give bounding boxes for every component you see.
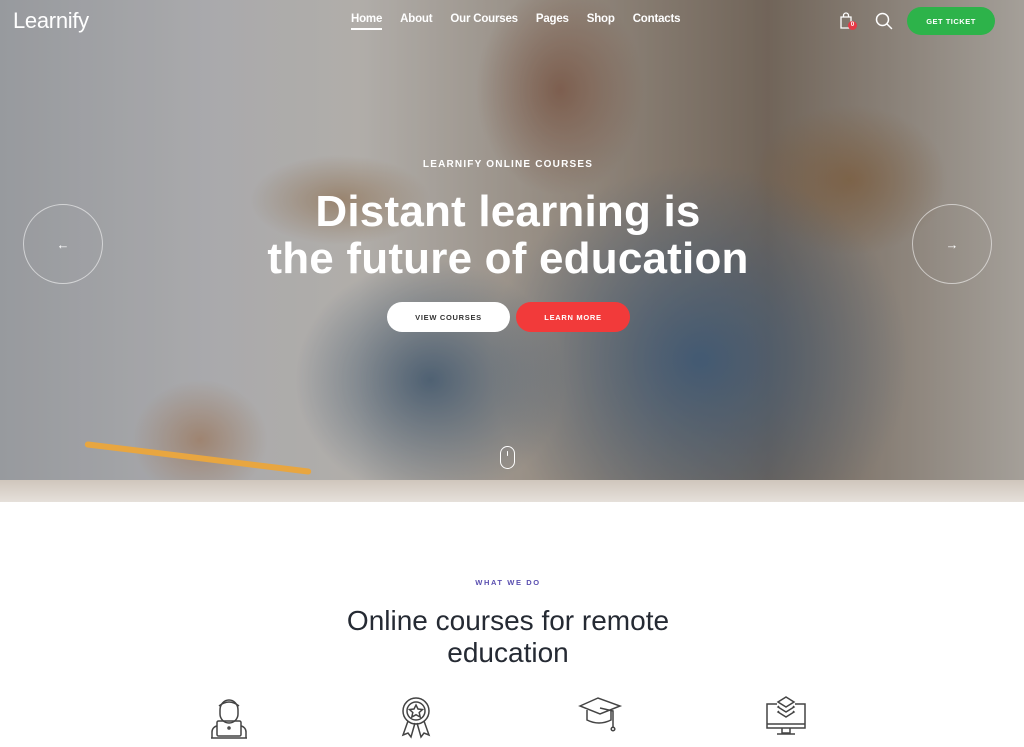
hero-title-line-2: the future of education (267, 234, 749, 283)
graduation-cap-icon (578, 697, 623, 732)
award-badge-icon (401, 697, 431, 739)
nav-item-pages[interactable]: Pages (536, 13, 569, 25)
nav-item-shop[interactable]: Shop (587, 13, 615, 25)
hero-title: Distant learning is the future of educat… (0, 188, 1016, 282)
mouse-scroll-icon[interactable] (500, 446, 515, 469)
section-title: Online courses for remote education (0, 605, 1016, 669)
learn-more-button[interactable]: LEARN MORE (516, 302, 630, 332)
monitor-layers-icon (766, 696, 806, 735)
feature-item-3 (577, 694, 623, 742)
site-logo[interactable]: Learnify (13, 8, 89, 34)
feature-item-4 (763, 694, 809, 742)
section-title-line-1: Online courses for remote (346, 605, 670, 636)
nav-item-our-courses[interactable]: Our Courses (450, 13, 518, 25)
student-laptop-icon (211, 699, 247, 739)
hero-title-line-1: Distant learning is (315, 187, 701, 236)
nav-item-about[interactable]: About (400, 13, 432, 25)
search-icon (875, 12, 893, 30)
hero-content: Learnify Home About Our Courses Pages Sh… (0, 0, 1024, 502)
feature-item-2 (393, 694, 439, 742)
nav-item-contacts[interactable]: Contacts (633, 13, 681, 25)
hero-banner: Learnify Home About Our Courses Pages Sh… (0, 0, 1024, 502)
cart-button[interactable]: 0 (839, 12, 857, 30)
feature-item-1 (206, 694, 252, 742)
hero-kicker: LEARNIFY ONLINE COURSES (422, 159, 594, 170)
nav-item-home[interactable]: Home (351, 13, 382, 30)
get-ticket-button[interactable]: GET TICKET (907, 7, 995, 35)
section-title-line-2: education (447, 637, 569, 668)
search-button[interactable] (875, 12, 893, 30)
cart-count-badge: 0 (848, 21, 857, 30)
view-courses-button[interactable]: VIEW COURSES (387, 302, 510, 332)
main-nav: Home About Our Courses Pages Shop Contac… (351, 13, 698, 30)
section-kicker: WHAT WE DO (475, 578, 541, 587)
